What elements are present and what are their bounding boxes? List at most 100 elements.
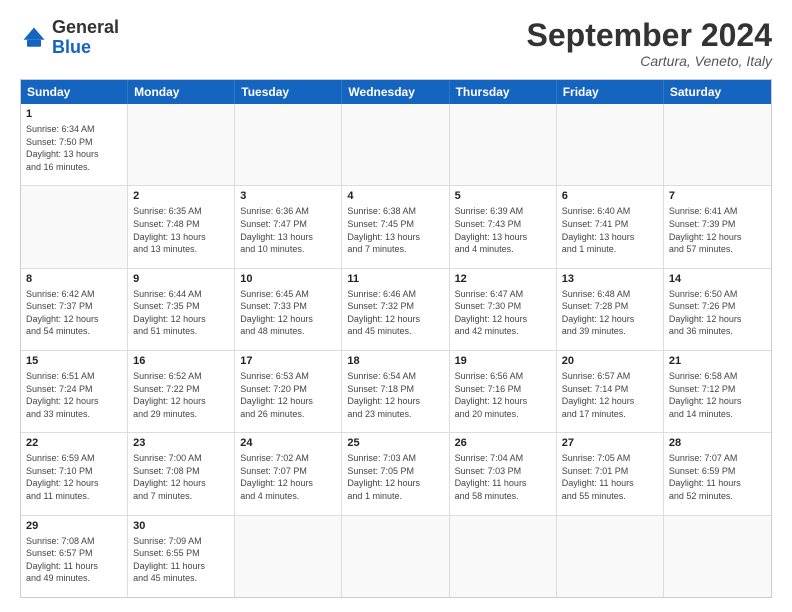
day-detail: Sunrise: 6:40 AM Sunset: 7:41 PM Dayligh… xyxy=(562,205,658,255)
calendar-cell: 29Sunrise: 7:08 AM Sunset: 6:57 PM Dayli… xyxy=(21,516,128,597)
header-day: Saturday xyxy=(664,80,771,104)
calendar-cell: 15Sunrise: 6:51 AM Sunset: 7:24 PM Dayli… xyxy=(21,351,128,432)
header: General Blue September 2024 Cartura, Ven… xyxy=(20,18,772,69)
calendar-cell: 4Sunrise: 6:38 AM Sunset: 7:45 PM Daylig… xyxy=(342,186,449,267)
calendar-row: 29Sunrise: 7:08 AM Sunset: 6:57 PM Dayli… xyxy=(21,515,771,597)
logo-icon xyxy=(20,24,48,52)
day-number: 28 xyxy=(669,436,766,451)
calendar-row: 2Sunrise: 6:35 AM Sunset: 7:48 PM Daylig… xyxy=(21,185,771,267)
calendar-cell xyxy=(450,516,557,597)
calendar-body: 1Sunrise: 6:34 AM Sunset: 7:50 PM Daylig… xyxy=(21,104,771,597)
day-detail: Sunrise: 7:07 AM Sunset: 6:59 PM Dayligh… xyxy=(669,452,766,502)
day-number: 5 xyxy=(455,189,551,204)
calendar-cell xyxy=(664,516,771,597)
day-number: 30 xyxy=(133,519,229,534)
header-day: Friday xyxy=(557,80,664,104)
calendar-row: 22Sunrise: 6:59 AM Sunset: 7:10 PM Dayli… xyxy=(21,432,771,514)
calendar-cell xyxy=(235,516,342,597)
calendar-cell: 10Sunrise: 6:45 AM Sunset: 7:33 PM Dayli… xyxy=(235,269,342,350)
day-number: 19 xyxy=(455,354,551,369)
day-detail: Sunrise: 6:52 AM Sunset: 7:22 PM Dayligh… xyxy=(133,370,229,420)
calendar-cell: 9Sunrise: 6:44 AM Sunset: 7:35 PM Daylig… xyxy=(128,269,235,350)
header-day: Tuesday xyxy=(235,80,342,104)
calendar-cell: 7Sunrise: 6:41 AM Sunset: 7:39 PM Daylig… xyxy=(664,186,771,267)
logo-text: General Blue xyxy=(52,18,119,58)
calendar-cell xyxy=(342,104,449,185)
day-detail: Sunrise: 6:58 AM Sunset: 7:12 PM Dayligh… xyxy=(669,370,766,420)
day-detail: Sunrise: 7:03 AM Sunset: 7:05 PM Dayligh… xyxy=(347,452,443,502)
day-detail: Sunrise: 6:41 AM Sunset: 7:39 PM Dayligh… xyxy=(669,205,766,255)
day-number: 6 xyxy=(562,189,658,204)
calendar-header: SundayMondayTuesdayWednesdayThursdayFrid… xyxy=(21,80,771,104)
day-detail: Sunrise: 6:38 AM Sunset: 7:45 PM Dayligh… xyxy=(347,205,443,255)
day-number: 18 xyxy=(347,354,443,369)
day-number: 12 xyxy=(455,272,551,287)
day-number: 17 xyxy=(240,354,336,369)
day-number: 3 xyxy=(240,189,336,204)
day-detail: Sunrise: 6:36 AM Sunset: 7:47 PM Dayligh… xyxy=(240,205,336,255)
calendar-cell: 5Sunrise: 6:39 AM Sunset: 7:43 PM Daylig… xyxy=(450,186,557,267)
day-number: 23 xyxy=(133,436,229,451)
day-detail: Sunrise: 6:46 AM Sunset: 7:32 PM Dayligh… xyxy=(347,288,443,338)
calendar: SundayMondayTuesdayWednesdayThursdayFrid… xyxy=(20,79,772,598)
calendar-cell: 11Sunrise: 6:46 AM Sunset: 7:32 PM Dayli… xyxy=(342,269,449,350)
calendar-row: 1Sunrise: 6:34 AM Sunset: 7:50 PM Daylig… xyxy=(21,104,771,185)
day-detail: Sunrise: 6:47 AM Sunset: 7:30 PM Dayligh… xyxy=(455,288,551,338)
calendar-row: 15Sunrise: 6:51 AM Sunset: 7:24 PM Dayli… xyxy=(21,350,771,432)
day-number: 14 xyxy=(669,272,766,287)
day-detail: Sunrise: 6:35 AM Sunset: 7:48 PM Dayligh… xyxy=(133,205,229,255)
day-detail: Sunrise: 6:53 AM Sunset: 7:20 PM Dayligh… xyxy=(240,370,336,420)
logo: General Blue xyxy=(20,18,119,58)
calendar-cell: 3Sunrise: 6:36 AM Sunset: 7:47 PM Daylig… xyxy=(235,186,342,267)
day-detail: Sunrise: 6:54 AM Sunset: 7:18 PM Dayligh… xyxy=(347,370,443,420)
calendar-cell: 24Sunrise: 7:02 AM Sunset: 7:07 PM Dayli… xyxy=(235,433,342,514)
calendar-cell: 18Sunrise: 6:54 AM Sunset: 7:18 PM Dayli… xyxy=(342,351,449,432)
calendar-cell: 30Sunrise: 7:09 AM Sunset: 6:55 PM Dayli… xyxy=(128,516,235,597)
day-number: 13 xyxy=(562,272,658,287)
header-day: Monday xyxy=(128,80,235,104)
calendar-cell: 20Sunrise: 6:57 AM Sunset: 7:14 PM Dayli… xyxy=(557,351,664,432)
header-day: Sunday xyxy=(21,80,128,104)
logo-general: General xyxy=(52,17,119,37)
location-subtitle: Cartura, Veneto, Italy xyxy=(527,53,772,69)
calendar-cell xyxy=(21,186,128,267)
day-detail: Sunrise: 6:34 AM Sunset: 7:50 PM Dayligh… xyxy=(26,123,122,173)
calendar-cell xyxy=(450,104,557,185)
calendar-cell: 12Sunrise: 6:47 AM Sunset: 7:30 PM Dayli… xyxy=(450,269,557,350)
day-number: 22 xyxy=(26,436,122,451)
calendar-cell: 28Sunrise: 7:07 AM Sunset: 6:59 PM Dayli… xyxy=(664,433,771,514)
day-number: 20 xyxy=(562,354,658,369)
calendar-cell: 8Sunrise: 6:42 AM Sunset: 7:37 PM Daylig… xyxy=(21,269,128,350)
day-detail: Sunrise: 6:56 AM Sunset: 7:16 PM Dayligh… xyxy=(455,370,551,420)
day-number: 8 xyxy=(26,272,122,287)
day-detail: Sunrise: 7:09 AM Sunset: 6:55 PM Dayligh… xyxy=(133,535,229,585)
day-number: 9 xyxy=(133,272,229,287)
calendar-cell: 21Sunrise: 6:58 AM Sunset: 7:12 PM Dayli… xyxy=(664,351,771,432)
day-number: 26 xyxy=(455,436,551,451)
calendar-cell: 2Sunrise: 6:35 AM Sunset: 7:48 PM Daylig… xyxy=(128,186,235,267)
day-detail: Sunrise: 6:57 AM Sunset: 7:14 PM Dayligh… xyxy=(562,370,658,420)
calendar-cell: 14Sunrise: 6:50 AM Sunset: 7:26 PM Dayli… xyxy=(664,269,771,350)
day-detail: Sunrise: 6:51 AM Sunset: 7:24 PM Dayligh… xyxy=(26,370,122,420)
day-number: 2 xyxy=(133,189,229,204)
calendar-cell: 1Sunrise: 6:34 AM Sunset: 7:50 PM Daylig… xyxy=(21,104,128,185)
day-detail: Sunrise: 7:04 AM Sunset: 7:03 PM Dayligh… xyxy=(455,452,551,502)
calendar-cell xyxy=(664,104,771,185)
calendar-cell: 19Sunrise: 6:56 AM Sunset: 7:16 PM Dayli… xyxy=(450,351,557,432)
calendar-cell: 13Sunrise: 6:48 AM Sunset: 7:28 PM Dayli… xyxy=(557,269,664,350)
calendar-cell: 23Sunrise: 7:00 AM Sunset: 7:08 PM Dayli… xyxy=(128,433,235,514)
calendar-cell xyxy=(235,104,342,185)
day-number: 25 xyxy=(347,436,443,451)
calendar-cell xyxy=(342,516,449,597)
day-detail: Sunrise: 7:05 AM Sunset: 7:01 PM Dayligh… xyxy=(562,452,658,502)
calendar-page: General Blue September 2024 Cartura, Ven… xyxy=(0,0,792,612)
header-day: Wednesday xyxy=(342,80,449,104)
calendar-cell: 6Sunrise: 6:40 AM Sunset: 7:41 PM Daylig… xyxy=(557,186,664,267)
calendar-cell: 17Sunrise: 6:53 AM Sunset: 7:20 PM Dayli… xyxy=(235,351,342,432)
title-block: September 2024 Cartura, Veneto, Italy xyxy=(527,18,772,69)
day-number: 15 xyxy=(26,354,122,369)
day-detail: Sunrise: 6:39 AM Sunset: 7:43 PM Dayligh… xyxy=(455,205,551,255)
day-detail: Sunrise: 6:50 AM Sunset: 7:26 PM Dayligh… xyxy=(669,288,766,338)
day-number: 27 xyxy=(562,436,658,451)
day-number: 7 xyxy=(669,189,766,204)
